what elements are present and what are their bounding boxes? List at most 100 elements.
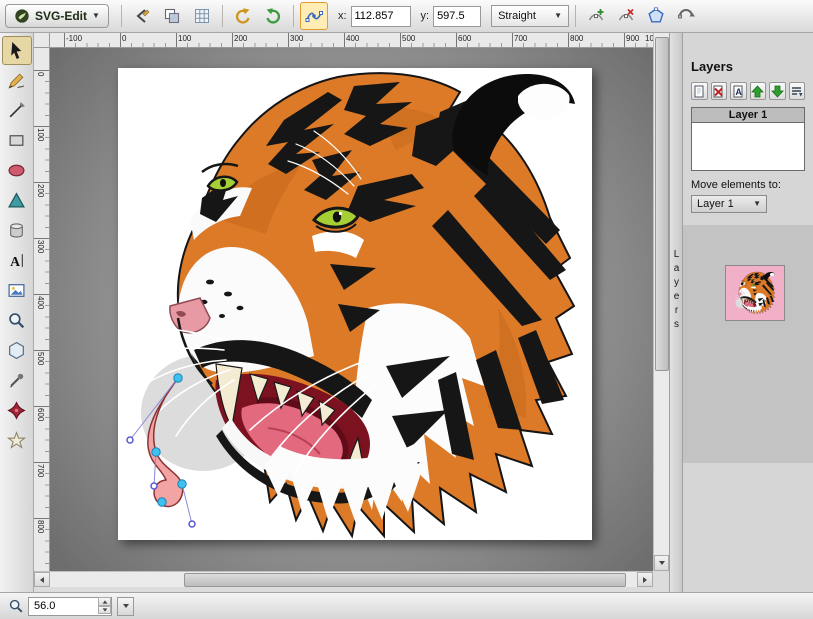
scroll-down-button[interactable]: [654, 555, 669, 571]
zoom-control: [28, 596, 112, 616]
grid-toggle-button[interactable]: [188, 2, 216, 30]
segment-type-value: Straight: [498, 10, 536, 22]
rename-layer-button[interactable]: A: [730, 82, 747, 100]
layers-title: Layers: [691, 59, 805, 74]
hexagon-icon: [7, 341, 26, 360]
tool-palette: A: [0, 33, 34, 592]
svg-edit-logo-icon: [14, 8, 30, 24]
ruler-number: 300: [36, 240, 45, 253]
path-node: [174, 374, 182, 382]
select-arrow-icon: [7, 41, 26, 60]
ruler-number: 800: [570, 34, 583, 43]
tool-image[interactable]: [2, 276, 32, 305]
grid-icon: [193, 7, 211, 25]
connector-button[interactable]: [128, 2, 156, 30]
segment-type-select[interactable]: Straight ▼: [491, 5, 569, 27]
tool-rectangle[interactable]: [2, 126, 32, 155]
new-layer-button[interactable]: [691, 82, 708, 100]
tool-eyedropper[interactable]: [2, 366, 32, 395]
zoom-spinner-up[interactable]: [98, 597, 111, 606]
horizontal-scrollbar[interactable]: [34, 571, 653, 587]
path-node: [158, 498, 166, 506]
rectangle-icon: [7, 131, 26, 150]
vertical-scroll-thumb[interactable]: [655, 37, 669, 371]
ruler-number: 500: [36, 352, 45, 365]
select-caret-icon: ▼: [554, 12, 562, 20]
control-handle: [127, 437, 133, 443]
open-path-icon: [647, 7, 665, 25]
reorient-path-icon: [677, 7, 695, 25]
add-node-button[interactable]: [582, 2, 610, 30]
reorient-path-button[interactable]: [672, 2, 700, 30]
open-path-button[interactable]: [642, 2, 670, 30]
move-layer-down-button[interactable]: [769, 82, 786, 100]
tool-shape-library[interactable]: [2, 396, 32, 425]
layers-panel-handle[interactable]: Layers: [669, 33, 683, 592]
tool-select[interactable]: [2, 36, 32, 65]
delete-node-icon: [617, 7, 635, 25]
ruler-number: 300: [290, 34, 303, 43]
selection-thumbnail[interactable]: [725, 265, 785, 321]
wireframe-button[interactable]: [158, 2, 186, 30]
tool-text[interactable]: A: [2, 246, 32, 275]
merge-layer-button[interactable]: [789, 82, 806, 100]
ruler-number: 700: [36, 464, 45, 477]
canvas-workspace[interactable]: [50, 48, 653, 571]
triangle-path-icon: [7, 191, 26, 210]
ruler-corner: [34, 33, 50, 48]
tool-zoom[interactable]: [2, 306, 32, 335]
scroll-left-button[interactable]: [34, 572, 50, 587]
svg-canvas[interactable]: [118, 68, 592, 540]
ruler-number: 0: [122, 34, 126, 43]
x-coordinate-input[interactable]: [351, 6, 411, 27]
delete-node-button[interactable]: [612, 2, 640, 30]
undo-button[interactable]: [229, 2, 257, 30]
horizontal-scroll-thumb[interactable]: [184, 573, 626, 587]
ruler-number: 400: [346, 34, 359, 43]
vertical-scrollbar[interactable]: [653, 33, 669, 571]
move-elements-label: Move elements to:: [691, 179, 805, 191]
top-ruler: -100 0 100 200 300 400 500 600 700 800 9…: [50, 33, 653, 48]
tool-line[interactable]: [2, 96, 32, 125]
move-layer-value: Layer 1: [697, 198, 734, 210]
zoom-dropdown-button[interactable]: [117, 597, 134, 616]
move-layer-up-button[interactable]: [750, 82, 767, 100]
tool-path[interactable]: [2, 186, 32, 215]
y-coordinate-input[interactable]: [433, 6, 481, 27]
link-control-points-toggle[interactable]: [300, 2, 328, 30]
zoom-spinner-down[interactable]: [98, 606, 111, 615]
layer-row-selected[interactable]: Layer 1: [692, 108, 804, 123]
toolbar-separator: [293, 5, 294, 27]
connector-icon: [133, 7, 151, 25]
text-icon: A: [7, 251, 26, 270]
tool-star[interactable]: [2, 426, 32, 455]
move-layer-select[interactable]: Layer 1 ▼: [691, 195, 767, 213]
down-arrow-icon: [659, 561, 665, 565]
redo-button[interactable]: [259, 2, 287, 30]
scroll-right-button[interactable]: [637, 572, 653, 587]
svg-text:A: A: [735, 87, 742, 97]
shape-library-icon: [7, 401, 26, 420]
top-toolbar: SVG-Edit ▼ x: y: Straight ▼: [0, 0, 813, 33]
tool-cylinder[interactable]: [2, 216, 32, 245]
path-node: [178, 480, 186, 488]
layer-down-icon: [771, 85, 784, 98]
add-node-icon: [587, 7, 605, 25]
tool-ellipse[interactable]: [2, 156, 32, 185]
layers-panel: Layers A Layer 1 Move elements to: [683, 33, 813, 592]
tool-pencil[interactable]: [2, 66, 32, 95]
delete-layer-button[interactable]: [711, 82, 728, 100]
select-caret-icon: ▼: [753, 200, 761, 208]
layer-list[interactable]: Layer 1: [691, 107, 805, 171]
svg-text:A: A: [10, 254, 20, 269]
layer-buttons: A: [691, 82, 805, 100]
down-arrow-icon: [102, 608, 107, 611]
left-ruler: 0 100 200 300 400 500 600 700 800: [34, 48, 50, 571]
line-icon: [7, 101, 26, 120]
ruler-number: 1000: [645, 34, 653, 43]
tool-polygon[interactable]: [2, 336, 32, 365]
ruler-number: 600: [458, 34, 471, 43]
pencil-icon: [7, 71, 26, 90]
zoom-spinner: [98, 597, 111, 614]
svg-edit-menu-button[interactable]: SVG-Edit ▼: [5, 4, 109, 28]
